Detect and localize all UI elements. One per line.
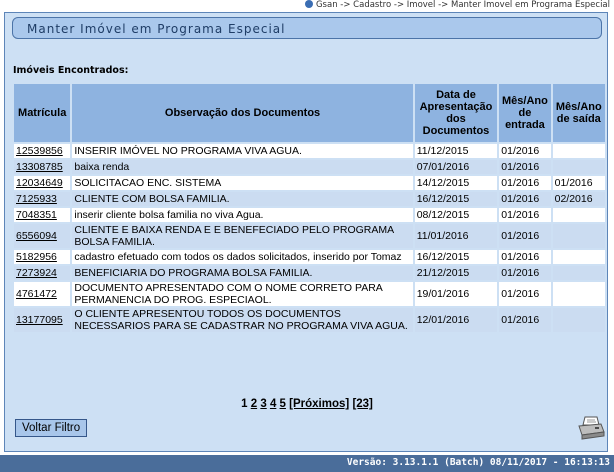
matricula-link[interactable]: 7125933: [16, 193, 57, 205]
footer-bar: Versão: 3.13.1.1 (Batch) 08/11/2017 - 16…: [0, 455, 614, 472]
data-cell: 07/01/2016: [414, 160, 498, 174]
data-cell: 16/12/2015: [414, 192, 498, 206]
table-row: 13177095 O CLIENTE APRESENTOU TODOS OS D…: [14, 308, 605, 332]
printer-icon[interactable]: [577, 415, 605, 441]
entrada-cell: 01/2016: [499, 160, 551, 174]
entrada-cell: 01/2016: [499, 308, 551, 332]
page-current: 1: [241, 398, 248, 410]
table-header-row: Matrícula Observação dos Documentos Data…: [14, 84, 605, 142]
header-matricula: Matrícula: [14, 84, 71, 142]
saida-cell: 01/2016: [552, 176, 605, 190]
entrada-cell: 01/2016: [499, 144, 551, 158]
data-cell: 16/12/2015: [414, 250, 498, 264]
table-row: 7048351 inserir cliente bolsa familia no…: [14, 208, 605, 222]
page-link-4[interactable]: 4: [270, 398, 276, 410]
matricula-link[interactable]: 7048351: [16, 209, 57, 221]
obs-cell: inserir cliente bolsa familia no viva Ag…: [72, 208, 413, 222]
saida-cell: [552, 224, 605, 248]
data-cell: 11/01/2016: [414, 224, 498, 248]
data-cell: 19/01/2016: [414, 282, 498, 306]
results-label: Imóveis Encontrados:: [13, 65, 129, 76]
saida-cell: [552, 144, 605, 158]
table-row: 12539856 INSERIR IMÓVEL NO PROGRAMA VIVA…: [14, 144, 605, 158]
breadcrumb: Gsan -> Cadastro -> Imovel -> Manter Imo…: [304, 0, 610, 12]
header-observacao: Observação dos Documentos: [72, 84, 413, 142]
saida-cell: [552, 250, 605, 264]
saida-cell: [552, 160, 605, 174]
pagination: 1 2 3 4 5 [Próximos] [23]: [5, 398, 609, 410]
table-row: 5182956 cadastro efetuado com todos os d…: [14, 250, 605, 264]
entrada-cell: 01/2016: [499, 192, 551, 206]
header-mes-ano-entrada: Mês/Ano de entrada: [499, 84, 551, 142]
table-row: 13308785 baixa renda 07/01/2016 01/2016: [14, 160, 605, 174]
data-cell: 08/12/2015: [414, 208, 498, 222]
page-link-5[interactable]: 5: [280, 398, 286, 410]
obs-cell: CLIENTE COM BOLSA FAMILIA.: [72, 192, 413, 206]
table-row: 7273924 BENEFICIARIA DO PROGRAMA BOLSA F…: [14, 266, 605, 280]
matricula-link[interactable]: 12034649: [16, 177, 63, 189]
obs-cell: cadastro efetuado com todos os dados sol…: [72, 250, 413, 264]
entrada-cell: 01/2016: [499, 250, 551, 264]
saida-cell: [552, 282, 605, 306]
obs-cell: BENEFICIARIA DO PROGRAMA BOLSA FAMILIA.: [72, 266, 413, 280]
table-row: 12034649 SOLICITACAO ENC. SISTEMA 14/12/…: [14, 176, 605, 190]
saida-cell: [552, 266, 605, 280]
data-cell: 21/12/2015: [414, 266, 498, 280]
page-title: Manter Imóvel em Programa Especial: [27, 22, 286, 36]
back-filter-button[interactable]: Voltar Filtro: [15, 419, 88, 437]
last-page-link[interactable]: [23]: [352, 398, 372, 410]
next-pages-link[interactable]: [Próximos]: [289, 398, 349, 410]
table-row: 6556094 CLIENTE E BAIXA RENDA E E BENEFE…: [14, 224, 605, 248]
matricula-link[interactable]: 5182956: [16, 251, 57, 263]
data-cell: 14/12/2015: [414, 176, 498, 190]
entrada-cell: 01/2016: [499, 176, 551, 190]
saida-cell: 02/2016: [552, 192, 605, 206]
matricula-link[interactable]: 13308785: [16, 161, 63, 173]
entrada-cell: 01/2016: [499, 208, 551, 222]
header-mes-ano-saida: Mês/Ano de saída: [552, 84, 605, 142]
title-bar: Manter Imóvel em Programa Especial: [12, 17, 602, 39]
breadcrumb-text: Gsan -> Cadastro -> Imovel -> Manter Imo…: [315, 0, 610, 10]
breadcrumb-bullet-icon: [304, 0, 313, 8]
version-text: Versão: 3.13.1.1 (Batch) 08/11/2017 - 16…: [346, 457, 610, 468]
page-link-3[interactable]: 3: [260, 398, 266, 410]
obs-cell: DOCUMENTO APRESENTADO COM O NOME CORRETO…: [72, 282, 413, 306]
table-row: 7125933 CLIENTE COM BOLSA FAMILIA. 16/12…: [14, 192, 605, 206]
obs-cell: O CLIENTE APRESENTOU TODOS OS DOCUMENTOS…: [72, 308, 413, 332]
data-cell: 12/01/2016: [414, 308, 498, 332]
page-link-2[interactable]: 2: [251, 398, 257, 410]
matricula-link[interactable]: 6556094: [16, 230, 57, 242]
main-panel: Manter Imóvel em Programa Especial Imóve…: [4, 12, 608, 452]
entrada-cell: 01/2016: [499, 224, 551, 248]
matricula-link[interactable]: 13177095: [16, 314, 63, 326]
results-table: Matrícula Observação dos Documentos Data…: [12, 82, 607, 334]
table-row: 4761472 DOCUMENTO APRESENTADO COM O NOME…: [14, 282, 605, 306]
entrada-cell: 01/2016: [499, 266, 551, 280]
matricula-link[interactable]: 4761472: [16, 288, 57, 300]
obs-cell: baixa renda: [72, 160, 413, 174]
saida-cell: [552, 208, 605, 222]
data-cell: 11/12/2015: [414, 144, 498, 158]
entrada-cell: 01/2016: [499, 282, 551, 306]
matricula-link[interactable]: 12539856: [16, 145, 63, 157]
saida-cell: [552, 308, 605, 332]
matricula-link[interactable]: 7273924: [16, 267, 57, 279]
obs-cell: INSERIR IMÓVEL NO PROGRAMA VIVA AGUA.: [72, 144, 413, 158]
obs-cell: SOLICITACAO ENC. SISTEMA: [72, 176, 413, 190]
header-data-apresentacao: Data de Apresentação dos Documentos: [414, 84, 498, 142]
obs-cell: CLIENTE E BAIXA RENDA E E BENEFECIADO PE…: [72, 224, 413, 248]
